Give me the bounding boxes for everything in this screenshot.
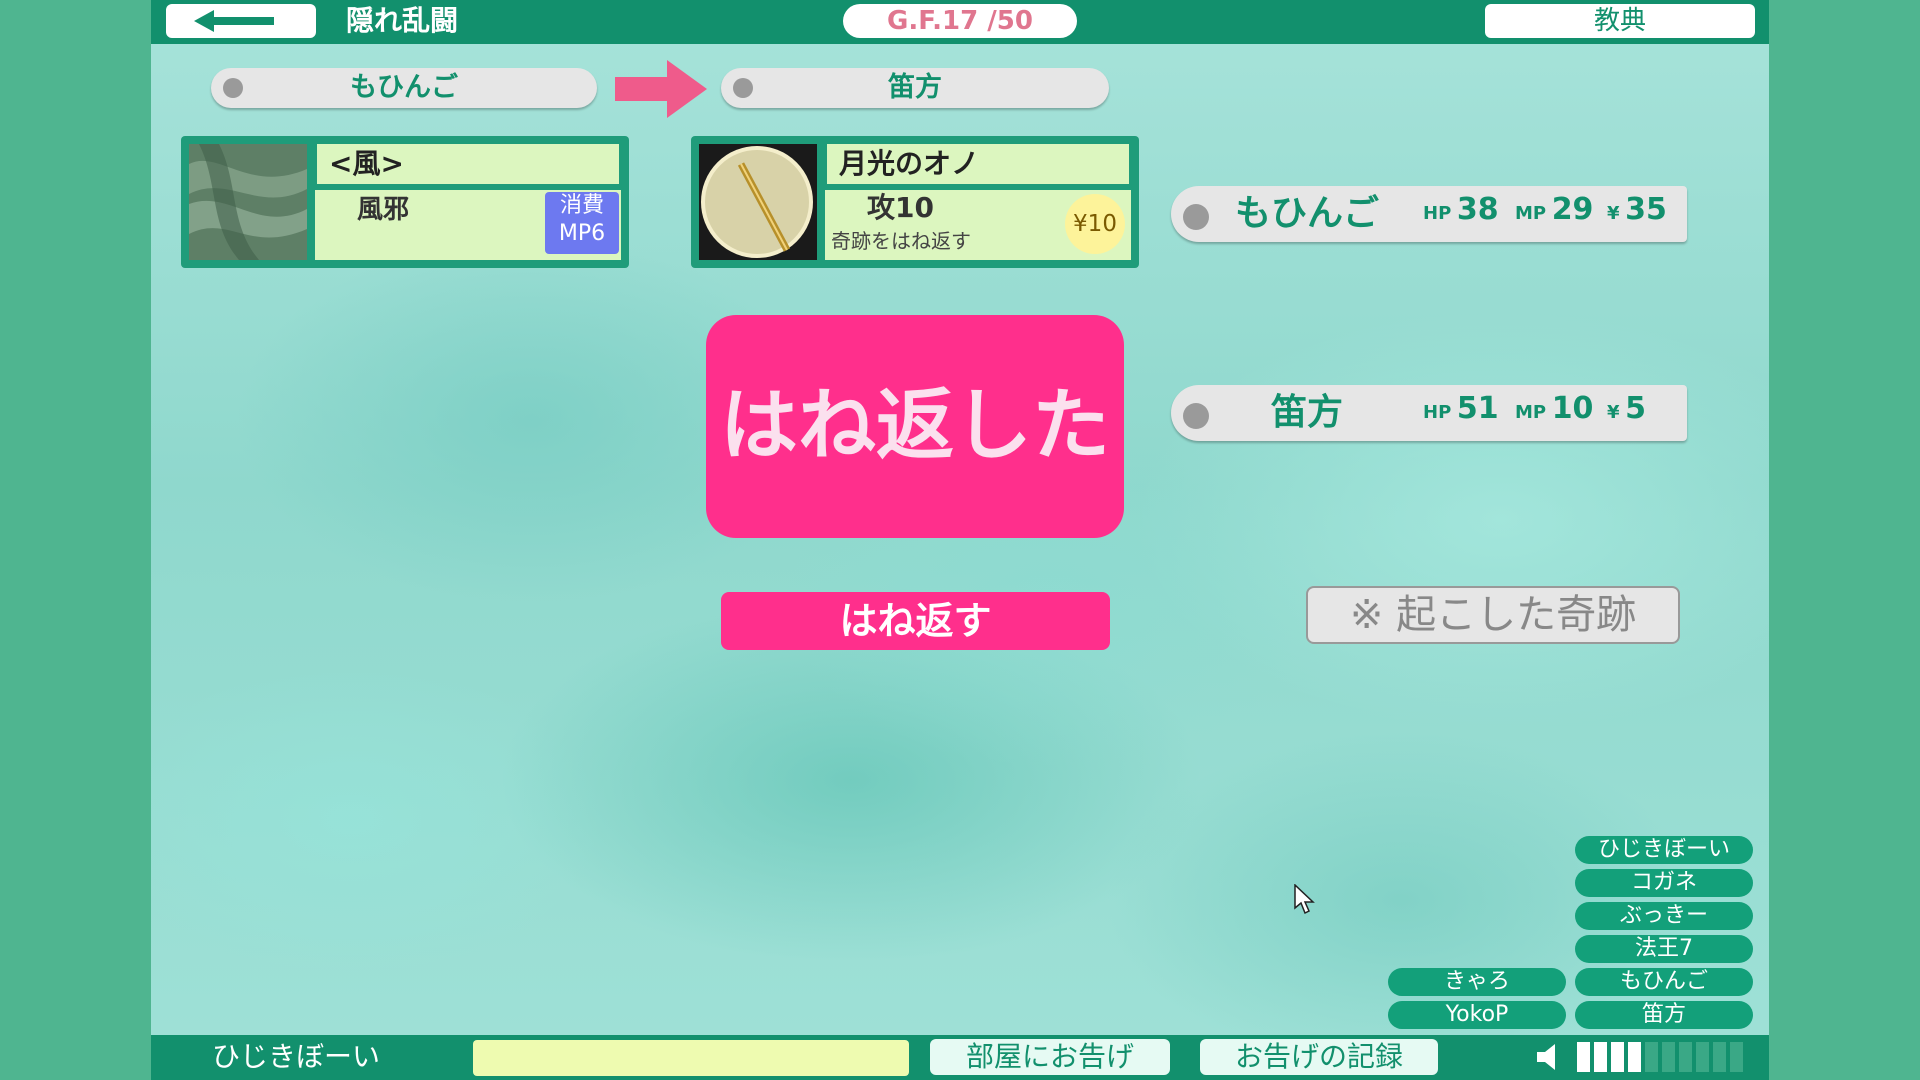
miracles-button[interactable]: ※ 起こした奇跡 bbox=[1306, 586, 1680, 644]
turn-counter: G.F.17 /50 bbox=[843, 4, 1077, 38]
hp-value: 51 bbox=[1456, 391, 1499, 426]
wind-texture-icon bbox=[189, 144, 307, 260]
attack-card-body: 風邪 消費 MP6 bbox=[315, 190, 621, 260]
player-name: 笛方 bbox=[1270, 392, 1343, 433]
game-stage: 隠れ乱闘 G.F.17 /50 教典 もひんご 笛方 <風> 風邪 消費 MP6 bbox=[151, 0, 1769, 1080]
player-status-1[interactable]: もひんご HP 38 MP 29 ¥ 35 bbox=[1171, 186, 1687, 242]
player-list-item[interactable]: もひんご bbox=[1575, 968, 1753, 996]
price-badge: ¥10 bbox=[1065, 194, 1125, 254]
player-list-item[interactable]: 法王7 bbox=[1575, 935, 1753, 963]
defender-pill: 笛方 bbox=[721, 68, 1109, 108]
defense-card-body: 攻10 奇跡をはね返す ¥10 bbox=[825, 190, 1131, 260]
hp-label: HP bbox=[1423, 203, 1452, 224]
arrow-left-icon bbox=[194, 10, 274, 32]
mp-stat: MP 29 bbox=[1515, 192, 1593, 227]
volume-step[interactable] bbox=[1577, 1042, 1590, 1072]
back-button[interactable] bbox=[166, 4, 316, 38]
defense-card-desc: 奇跡をはね返す bbox=[831, 229, 971, 253]
volume-step[interactable] bbox=[1611, 1042, 1624, 1072]
volume-step[interactable] bbox=[1628, 1042, 1641, 1072]
defense-card[interactable]: 月光のオノ 攻10 奇跡をはね返す ¥10 bbox=[691, 136, 1139, 268]
hp-stat: HP 38 bbox=[1423, 192, 1499, 227]
mp-label: MP bbox=[1515, 402, 1547, 423]
attacker-pill: もひんご bbox=[211, 68, 597, 108]
speaker-icon[interactable] bbox=[1535, 1043, 1565, 1071]
cost-badge: 消費 MP6 bbox=[545, 192, 619, 254]
reflect-button[interactable]: はね返す bbox=[721, 592, 1110, 650]
player-list-item[interactable]: ぶっきー bbox=[1575, 902, 1753, 930]
status-dot bbox=[733, 78, 753, 98]
attack-card[interactable]: <風> 風邪 消費 MP6 bbox=[181, 136, 629, 268]
codex-button[interactable]: 教典 bbox=[1485, 4, 1755, 38]
result-banner: はね返した bbox=[706, 315, 1124, 538]
mouse-cursor-icon bbox=[1294, 884, 1315, 915]
room-title: 隠れ乱闘 bbox=[346, 4, 459, 37]
defense-card-stat: 攻10 bbox=[867, 191, 934, 224]
money-value: 35 bbox=[1625, 192, 1667, 227]
cost-value: MP6 bbox=[558, 221, 606, 246]
chat-input[interactable] bbox=[473, 1040, 909, 1076]
volume-step[interactable] bbox=[1713, 1042, 1726, 1072]
money-stat: ¥ 35 bbox=[1607, 192, 1667, 227]
mp-value: 10 bbox=[1551, 391, 1594, 426]
status-dot bbox=[1183, 204, 1209, 230]
status-dot bbox=[223, 78, 243, 98]
attacker-name: もひんご bbox=[350, 72, 458, 103]
announce-room-button[interactable]: 部屋にお告げ bbox=[930, 1039, 1170, 1075]
mp-stat: MP 10 bbox=[1515, 391, 1593, 426]
hp-stat: HP 51 bbox=[1423, 391, 1499, 426]
cost-label: 消費 bbox=[559, 193, 604, 218]
hp-label: HP bbox=[1423, 402, 1452, 423]
mp-label: MP bbox=[1515, 203, 1547, 224]
user-name: ひじきぼーい bbox=[211, 1040, 380, 1073]
defense-card-name: 月光のオノ bbox=[825, 142, 1131, 186]
mp-value: 29 bbox=[1551, 192, 1594, 227]
money-label: ¥ bbox=[1607, 203, 1620, 224]
player-list-item[interactable]: 笛方 bbox=[1575, 1001, 1753, 1029]
volume-step[interactable] bbox=[1679, 1042, 1692, 1072]
attack-card-effect: 風邪 bbox=[357, 195, 410, 225]
hp-value: 38 bbox=[1456, 192, 1499, 227]
moon-axe-icon bbox=[699, 144, 817, 260]
player-list-item[interactable]: きゃろ bbox=[1388, 968, 1566, 996]
player-list-item[interactable]: ひじきぼーい bbox=[1575, 836, 1753, 864]
player-status-2[interactable]: 笛方 HP 51 MP 10 ¥ 5 bbox=[1171, 385, 1687, 441]
arrow-right-icon bbox=[615, 60, 707, 118]
status-dot bbox=[1183, 403, 1209, 429]
announce-log-button[interactable]: お告げの記録 bbox=[1200, 1039, 1438, 1075]
volume-step[interactable] bbox=[1594, 1042, 1607, 1072]
player-list-item[interactable]: コガネ bbox=[1575, 869, 1753, 897]
volume-step[interactable] bbox=[1645, 1042, 1658, 1072]
defender-name: 笛方 bbox=[888, 72, 942, 103]
money-label: ¥ bbox=[1607, 402, 1620, 423]
money-stat: ¥ 5 bbox=[1607, 391, 1646, 426]
volume-step[interactable] bbox=[1730, 1042, 1743, 1072]
attack-card-name: <風> bbox=[315, 142, 621, 186]
money-value: 5 bbox=[1625, 391, 1646, 426]
volume-step[interactable] bbox=[1696, 1042, 1709, 1072]
player-list-item[interactable]: YokoP bbox=[1388, 1001, 1566, 1029]
player-name: もひんご bbox=[1234, 193, 1379, 234]
volume-step[interactable] bbox=[1662, 1042, 1675, 1072]
